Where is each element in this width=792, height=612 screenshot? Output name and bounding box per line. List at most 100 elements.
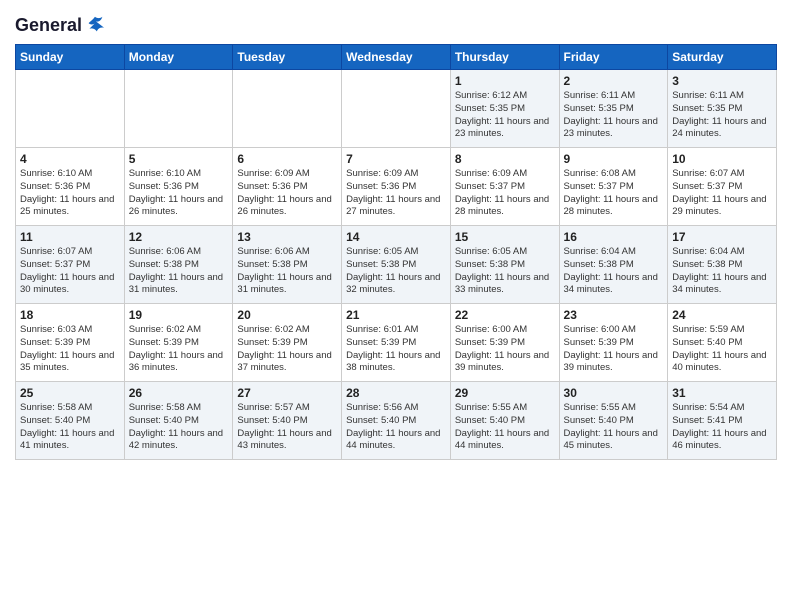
calendar-cell: 26Sunrise: 5:58 AM Sunset: 5:40 PM Dayli… bbox=[124, 382, 233, 460]
calendar-table: SundayMondayTuesdayWednesdayThursdayFrid… bbox=[15, 44, 777, 460]
day-number: 10 bbox=[672, 152, 772, 166]
logo-area: General bbox=[15, 14, 106, 36]
calendar-cell: 8Sunrise: 6:09 AM Sunset: 5:37 PM Daylig… bbox=[450, 148, 559, 226]
calendar-cell: 14 Sunrise: 6:05 AM Sunset: 5:38 PM Dayli… bbox=[342, 226, 451, 304]
calendar-cell: 20 Sunrise: 6:02 AM Sunset: 5:39 PM Dayli… bbox=[233, 304, 342, 382]
cell-content: Sunrise: 6:09 AM Sunset: 5:36 PM Dayligh… bbox=[346, 168, 446, 219]
calendar-cell: 15 Sunrise: 6:05 AM Sunset: 5:38 PM Dayli… bbox=[450, 226, 559, 304]
calendar-cell bbox=[342, 70, 451, 148]
cell-content: Sunrise: 6:05 AM Sunset: 5:38 PM Dayligh… bbox=[346, 246, 446, 297]
logo-text: General bbox=[15, 14, 106, 36]
cell-content: Sunrise: 5:54 AM Sunset: 5:41 PM Dayligh… bbox=[672, 402, 772, 453]
calendar-cell: 16 Sunrise: 6:04 AM Sunset: 5:38 PM Dayli… bbox=[559, 226, 668, 304]
calendar-header-row: SundayMondayTuesdayWednesdayThursdayFrid… bbox=[16, 45, 777, 70]
calendar-cell: 12 Sunrise: 6:06 AM Sunset: 5:38 PM Dayli… bbox=[124, 226, 233, 304]
day-number: 16 bbox=[564, 230, 664, 244]
calendar-week-row: 18 Sunrise: 6:03 AM Sunset: 5:39 PM Dayli… bbox=[16, 304, 777, 382]
calendar-cell: 6 Sunrise: 6:09 AM Sunset: 5:36 PM Daylig… bbox=[233, 148, 342, 226]
day-number: 20 bbox=[237, 308, 337, 322]
calendar-cell: 11Sunrise: 6:07 AM Sunset: 5:37 PM Dayli… bbox=[16, 226, 125, 304]
calendar-cell: 13 Sunrise: 6:06 AM Sunset: 5:38 PM Dayli… bbox=[233, 226, 342, 304]
cell-content: Sunrise: 6:06 AM Sunset: 5:38 PM Dayligh… bbox=[237, 246, 337, 297]
calendar-cell bbox=[16, 70, 125, 148]
cell-content: Sunrise: 6:04 AM Sunset: 5:38 PM Dayligh… bbox=[564, 246, 664, 297]
day-number: 23 bbox=[564, 308, 664, 322]
calendar-cell: 28 Sunrise: 5:56 AM Sunset: 5:40 PM Dayli… bbox=[342, 382, 451, 460]
day-number: 14 bbox=[346, 230, 446, 244]
cell-content: Sunrise: 6:05 AM Sunset: 5:38 PM Dayligh… bbox=[455, 246, 555, 297]
calendar-cell: 10Sunrise: 6:07 AM Sunset: 5:37 PM Dayli… bbox=[668, 148, 777, 226]
calendar-cell: 31 Sunrise: 5:54 AM Sunset: 5:41 PM Dayli… bbox=[668, 382, 777, 460]
calendar-cell: 24 Sunrise: 5:59 AM Sunset: 5:40 PM Dayli… bbox=[668, 304, 777, 382]
calendar-cell: 25Sunrise: 5:58 AM Sunset: 5:40 PM Dayli… bbox=[16, 382, 125, 460]
cell-content: Sunrise: 6:00 AM Sunset: 5:39 PM Dayligh… bbox=[455, 324, 555, 375]
cell-content: Sunrise: 6:07 AM Sunset: 5:37 PM Dayligh… bbox=[20, 246, 120, 297]
calendar-header-tuesday: Tuesday bbox=[233, 45, 342, 70]
cell-content: Sunrise: 6:11 AM Sunset: 5:35 PM Dayligh… bbox=[672, 90, 772, 141]
calendar-header-wednesday: Wednesday bbox=[342, 45, 451, 70]
cell-content: Sunrise: 6:08 AM Sunset: 5:37 PM Dayligh… bbox=[564, 168, 664, 219]
cell-content: Sunrise: 6:10 AM Sunset: 5:36 PM Dayligh… bbox=[20, 168, 120, 219]
calendar-header-saturday: Saturday bbox=[668, 45, 777, 70]
cell-content: Sunrise: 6:02 AM Sunset: 5:39 PM Dayligh… bbox=[237, 324, 337, 375]
day-number: 4 bbox=[20, 152, 120, 166]
cell-content: Sunrise: 5:57 AM Sunset: 5:40 PM Dayligh… bbox=[237, 402, 337, 453]
day-number: 30 bbox=[564, 386, 664, 400]
cell-content: Sunrise: 6:02 AM Sunset: 5:39 PM Dayligh… bbox=[129, 324, 229, 375]
calendar-header-sunday: Sunday bbox=[16, 45, 125, 70]
calendar-cell: 9Sunrise: 6:08 AM Sunset: 5:37 PM Daylig… bbox=[559, 148, 668, 226]
calendar-cell: 21Sunrise: 6:01 AM Sunset: 5:39 PM Dayli… bbox=[342, 304, 451, 382]
calendar-cell: 30 Sunrise: 5:55 AM Sunset: 5:40 PM Dayli… bbox=[559, 382, 668, 460]
day-number: 1 bbox=[455, 74, 555, 88]
calendar-cell bbox=[233, 70, 342, 148]
cell-content: Sunrise: 5:56 AM Sunset: 5:40 PM Dayligh… bbox=[346, 402, 446, 453]
calendar-cell: 5Sunrise: 6:10 AM Sunset: 5:36 PM Daylig… bbox=[124, 148, 233, 226]
day-number: 13 bbox=[237, 230, 337, 244]
calendar-week-row: 11Sunrise: 6:07 AM Sunset: 5:37 PM Dayli… bbox=[16, 226, 777, 304]
day-number: 27 bbox=[237, 386, 337, 400]
day-number: 5 bbox=[129, 152, 229, 166]
calendar-cell bbox=[124, 70, 233, 148]
calendar-cell: 4 Sunrise: 6:10 AM Sunset: 5:36 PM Daylig… bbox=[16, 148, 125, 226]
logo-general-text: General bbox=[15, 15, 82, 36]
calendar-cell: 19 Sunrise: 6:02 AM Sunset: 5:39 PM Dayli… bbox=[124, 304, 233, 382]
cell-content: Sunrise: 6:03 AM Sunset: 5:39 PM Dayligh… bbox=[20, 324, 120, 375]
day-number: 7 bbox=[346, 152, 446, 166]
day-number: 24 bbox=[672, 308, 772, 322]
day-number: 18 bbox=[20, 308, 120, 322]
cell-content: Sunrise: 6:09 AM Sunset: 5:36 PM Dayligh… bbox=[237, 168, 337, 219]
cell-content: Sunrise: 6:06 AM Sunset: 5:38 PM Dayligh… bbox=[129, 246, 229, 297]
day-number: 12 bbox=[129, 230, 229, 244]
calendar-cell: 17Sunrise: 6:04 AM Sunset: 5:38 PM Dayli… bbox=[668, 226, 777, 304]
cell-content: Sunrise: 5:55 AM Sunset: 5:40 PM Dayligh… bbox=[564, 402, 664, 453]
calendar-cell: 27 Sunrise: 5:57 AM Sunset: 5:40 PM Dayli… bbox=[233, 382, 342, 460]
logo-general-label: General bbox=[15, 15, 82, 35]
calendar-header-thursday: Thursday bbox=[450, 45, 559, 70]
day-number: 2 bbox=[564, 74, 664, 88]
calendar-week-row: 1 Sunrise: 6:12 AM Sunset: 5:35 PM Daylig… bbox=[16, 70, 777, 148]
calendar-cell: 23 Sunrise: 6:00 AM Sunset: 5:39 PM Dayli… bbox=[559, 304, 668, 382]
calendar-header-monday: Monday bbox=[124, 45, 233, 70]
day-number: 28 bbox=[346, 386, 446, 400]
day-number: 15 bbox=[455, 230, 555, 244]
day-number: 8 bbox=[455, 152, 555, 166]
day-number: 25 bbox=[20, 386, 120, 400]
logo-bird-icon bbox=[84, 14, 106, 36]
cell-content: Sunrise: 6:00 AM Sunset: 5:39 PM Dayligh… bbox=[564, 324, 664, 375]
calendar-cell: 7 Sunrise: 6:09 AM Sunset: 5:36 PM Daylig… bbox=[342, 148, 451, 226]
cell-content: Sunrise: 6:11 AM Sunset: 5:35 PM Dayligh… bbox=[564, 90, 664, 141]
header: General bbox=[15, 10, 777, 36]
cell-content: Sunrise: 5:59 AM Sunset: 5:40 PM Dayligh… bbox=[672, 324, 772, 375]
cell-content: Sunrise: 6:12 AM Sunset: 5:35 PM Dayligh… bbox=[455, 90, 555, 141]
day-number: 6 bbox=[237, 152, 337, 166]
page-container: General SundayMondayTuesdayWednesdayThur… bbox=[0, 0, 792, 475]
cell-content: Sunrise: 5:58 AM Sunset: 5:40 PM Dayligh… bbox=[129, 402, 229, 453]
day-number: 19 bbox=[129, 308, 229, 322]
calendar-week-row: 25 Sunrise: 5:58 AM Sunset: 5:40 PM Dayli… bbox=[16, 382, 777, 460]
calendar-cell: 18 Sunrise: 6:03 AM Sunset: 5:39 PM Dayli… bbox=[16, 304, 125, 382]
calendar-week-row: 4 Sunrise: 6:10 AM Sunset: 5:36 PM Daylig… bbox=[16, 148, 777, 226]
calendar-cell: 22Sunrise: 6:00 AM Sunset: 5:39 PM Dayli… bbox=[450, 304, 559, 382]
day-number: 3 bbox=[672, 74, 772, 88]
calendar-cell: 3 Sunrise: 6:11 AM Sunset: 5:35 PM Daylig… bbox=[668, 70, 777, 148]
day-number: 31 bbox=[672, 386, 772, 400]
